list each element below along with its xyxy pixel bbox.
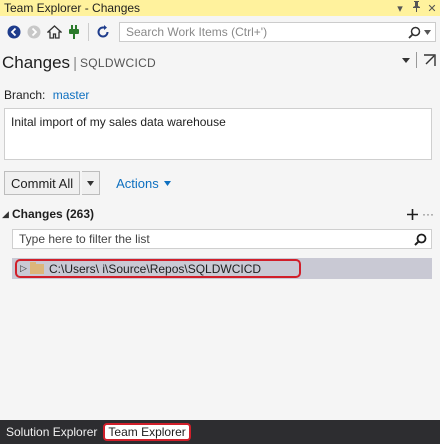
search-work-items-input[interactable] bbox=[124, 24, 408, 40]
forward-icon bbox=[27, 25, 41, 39]
pin-button[interactable] bbox=[408, 1, 424, 15]
search-work-items-box[interactable] bbox=[119, 22, 436, 42]
branch-link[interactable]: master bbox=[53, 88, 90, 102]
header-separator: | bbox=[73, 54, 77, 72]
folder-path-label: C:\Users\ i\Source\Repos\SQLDWCICD bbox=[49, 261, 262, 276]
commit-dropdown-button[interactable] bbox=[82, 171, 101, 195]
more-options-icon[interactable]: ··· bbox=[422, 207, 434, 221]
window-dropdown-button[interactable]: ▾ bbox=[392, 2, 408, 15]
folder-icon bbox=[30, 261, 44, 274]
bottom-tab-bar: Solution Explorer Team Explorer bbox=[0, 420, 440, 444]
connect-icon bbox=[69, 25, 79, 39]
close-button[interactable]: ✕ bbox=[424, 2, 440, 15]
actions-menu[interactable]: Actions bbox=[116, 176, 171, 191]
window-title-bar: Team Explorer - Changes ▾ ✕ bbox=[0, 0, 440, 16]
changes-tree-row[interactable]: ▷ C:\Users\ i\Source\Repos\SQLDWCICD bbox=[12, 258, 432, 279]
branch-label: Branch: bbox=[4, 88, 46, 102]
filter-list-input[interactable] bbox=[17, 231, 414, 247]
search-icon[interactable] bbox=[408, 26, 421, 39]
commit-all-button[interactable]: Commit All bbox=[4, 171, 81, 195]
home-icon bbox=[46, 25, 62, 39]
back-icon bbox=[7, 25, 21, 39]
list-item[interactable]: ▷ C:\Users\ i\Source\Repos\SQLDWCICD bbox=[15, 259, 301, 278]
undock-icon[interactable] bbox=[423, 53, 436, 67]
repo-name: SQLDWCICD bbox=[79, 56, 157, 70]
search-dropdown-icon[interactable] bbox=[424, 29, 431, 35]
refresh-icon bbox=[97, 25, 109, 38]
changes-section-header[interactable]: ◢ Changes (263) ··· bbox=[0, 205, 440, 223]
toolbar-separator bbox=[88, 23, 89, 41]
expand-arrow-icon[interactable]: ▷ bbox=[20, 263, 30, 274]
actions-chevron-icon bbox=[163, 180, 171, 186]
branch-row: Branch: master bbox=[4, 88, 89, 102]
back-button[interactable] bbox=[4, 21, 24, 43]
commit-row: Commit All Actions bbox=[4, 171, 171, 195]
page-dropdown-icon[interactable] bbox=[402, 57, 410, 63]
page-header: Changes | SQLDWCICD bbox=[0, 50, 440, 76]
commit-message-textbox[interactable]: Inital import of my sales data warehouse bbox=[4, 108, 432, 160]
actions-label: Actions bbox=[116, 175, 159, 191]
filter-list-box[interactable] bbox=[12, 229, 432, 249]
tab-team-explorer[interactable]: Team Explorer bbox=[103, 423, 191, 441]
forward-button[interactable] bbox=[24, 21, 44, 43]
add-icon[interactable] bbox=[407, 208, 418, 220]
page-title: Changes bbox=[2, 53, 71, 72]
tab-solution-explorer[interactable]: Solution Explorer bbox=[2, 423, 101, 441]
changes-count-label: Changes (263) bbox=[12, 207, 95, 221]
refresh-button[interactable] bbox=[93, 21, 113, 43]
toolbar bbox=[0, 17, 440, 47]
connect-button[interactable] bbox=[64, 21, 84, 43]
pin-icon bbox=[412, 1, 420, 12]
chevron-down-icon bbox=[87, 180, 95, 186]
home-button[interactable] bbox=[44, 21, 64, 43]
collapse-icon[interactable]: ◢ bbox=[2, 209, 12, 220]
header-divider bbox=[416, 52, 417, 68]
filter-search-icon[interactable] bbox=[414, 233, 427, 246]
window-title: Team Explorer - Changes bbox=[4, 1, 141, 15]
